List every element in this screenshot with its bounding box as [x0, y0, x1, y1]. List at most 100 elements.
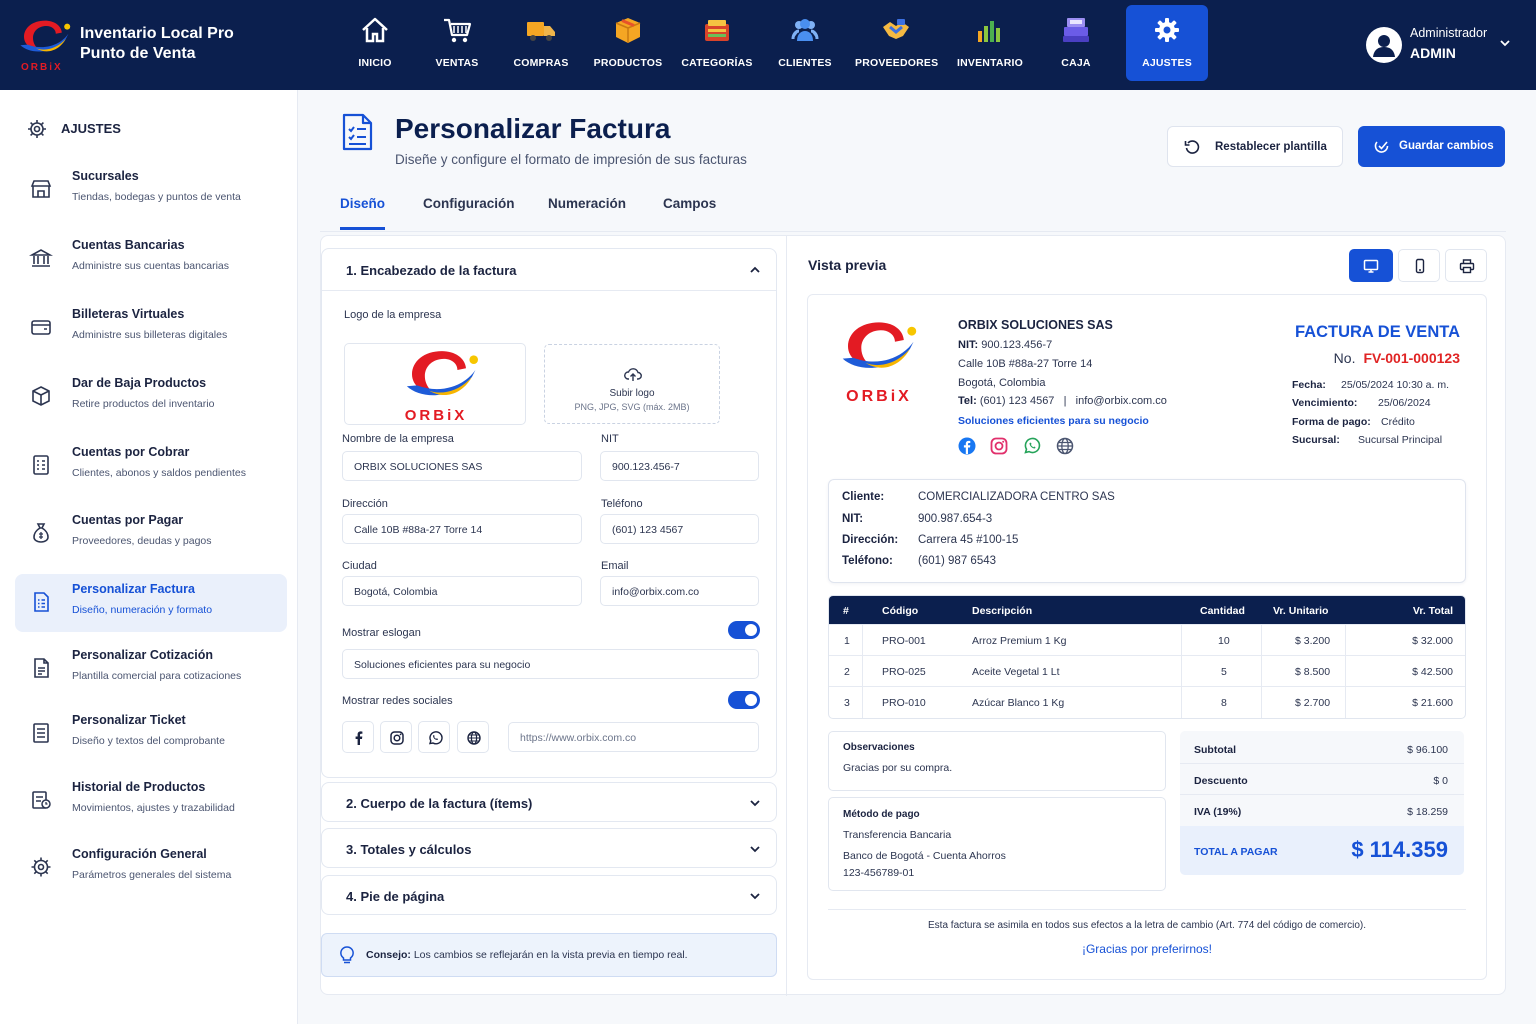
slogan-toggle[interactable]: [728, 621, 760, 639]
accordion-header-toggle[interactable]: 1. Encabezado de la factura: [322, 249, 776, 291]
sidebar-item-personalizar-ticket[interactable]: Personalizar Ticket Diseño y textos del …: [15, 705, 287, 763]
sidebar-item-cuentas-por-cobrar[interactable]: Cuentas por Cobrar Clientes, abonos y sa…: [15, 437, 287, 495]
sidebar-item-configuracion-general[interactable]: Configuración General Parámetros general…: [15, 839, 287, 897]
sidebar-item-title: Configuración General: [72, 847, 207, 861]
nav-categorias[interactable]: CATEGORÍAS: [676, 5, 758, 81]
nav-ventas[interactable]: VENTAS: [416, 5, 498, 81]
email-input[interactable]: info@orbix.com.co: [600, 576, 759, 606]
sidebar-item-billeteras[interactable]: Billeteras Virtuales Administre sus bill…: [15, 299, 287, 357]
facebook-button[interactable]: [342, 721, 374, 753]
instagram-button[interactable]: [380, 721, 412, 753]
save-changes-button[interactable]: Guardar cambios: [1358, 126, 1505, 167]
payment-method-type: Transferencia Bancaria: [843, 829, 952, 841]
grand-total: TOTAL A PAGAR $ 114.359: [1180, 826, 1464, 875]
sidebar-item-desc: Diseño, numeración y formato: [72, 604, 213, 616]
money-bag-icon: [33, 523, 49, 543]
user-menu[interactable]: Administrador ADMIN: [1366, 24, 1526, 66]
nav-label: VENTAS: [435, 57, 479, 69]
nav-clientes[interactable]: CLIENTES: [764, 5, 846, 81]
monitor-icon: [1363, 259, 1379, 273]
nav-caja[interactable]: CAJA: [1035, 5, 1117, 81]
slogan-input[interactable]: Soluciones eficientes para su negocio: [342, 649, 759, 679]
facebook-icon: [355, 731, 363, 745]
col-header: Descripción: [972, 605, 1033, 617]
invoice-company-contact: Tel: (601) 123 4567 | info@orbix.com.co: [958, 395, 1167, 407]
table-divider: [1181, 624, 1182, 718]
sidebar-item-desc: Tiendas, bodegas y puntos de venta: [72, 191, 241, 203]
invoice-doc-type: FACTURA DE VENTA: [1295, 323, 1460, 341]
chevron-down-icon: [750, 846, 760, 853]
email-label: Email: [601, 560, 629, 572]
table-divider: [1345, 624, 1346, 718]
mobile-view-button[interactable]: [1398, 249, 1440, 282]
top-navigation-bar: ORBiX Inventario Local Pro Punto de Vent…: [0, 0, 1536, 90]
section-title: 3. Totales y cálculos: [346, 842, 472, 857]
accordion-footer-section[interactable]: 4. Pie de página: [321, 875, 777, 915]
sidebar-item-dar-de-baja[interactable]: Dar de Baja Productos Retire productos d…: [15, 368, 287, 426]
slogan-toggle-label: Mostrar eslogan: [342, 627, 421, 639]
col-header: Vr. Total: [1412, 605, 1453, 617]
col-header: Vr. Unitario: [1273, 605, 1329, 617]
print-button[interactable]: [1445, 249, 1487, 282]
invoice-logo: ORBiX: [834, 315, 924, 405]
website-button[interactable]: [457, 721, 489, 753]
upload-logo-dropzone[interactable]: Subir logo PNG, JPG, SVG (máx. 2MB): [544, 344, 720, 424]
instagram-icon: [990, 437, 1008, 455]
desktop-view-button[interactable]: [1349, 249, 1393, 282]
tab-campos[interactable]: Campos: [663, 196, 716, 227]
sidebar-item-sucursales[interactable]: Sucursales Tiendas, bodegas y puntos de …: [15, 161, 287, 219]
client-phone-value: (601) 987 6543: [918, 555, 997, 567]
website-input[interactable]: https://www.orbix.com.co: [508, 722, 759, 752]
payment-method-bank: Banco de Bogotá - Cuenta Ahorros: [843, 850, 1006, 862]
company-name-input[interactable]: ORBIX SOLUCIONES SAS: [342, 451, 582, 481]
social-toggle[interactable]: [728, 691, 760, 709]
grand-total-label: TOTAL A PAGAR: [1194, 846, 1278, 858]
upload-title: Subir logo: [609, 388, 655, 399]
invoice-icon: [342, 113, 373, 151]
sidebar-item-cuentas-bancarias[interactable]: Cuentas Bancarias Administre sus cuentas…: [15, 230, 287, 288]
city-input[interactable]: Bogotá, Colombia: [342, 576, 582, 606]
tab-numeracion[interactable]: Numeración: [548, 196, 626, 227]
user-name: ADMIN: [1410, 45, 1456, 61]
tab-configuracion[interactable]: Configuración: [423, 196, 515, 227]
gear-icon: [31, 857, 51, 877]
sidebar-item-personalizar-factura[interactable]: Personalizar Factura Diseño, numeración …: [15, 574, 287, 632]
tab-diseno[interactable]: Diseño: [340, 196, 386, 230]
tip-banner: Consejo: Los cambios se reflejarán en la…: [321, 933, 777, 977]
nit-input[interactable]: 900.123.456-7: [600, 451, 759, 481]
col-header: Cantidad: [1200, 605, 1245, 617]
reset-icon: [1184, 140, 1200, 154]
gear-icon: [1155, 18, 1179, 42]
sidebar-item-title: Personalizar Cotización: [72, 648, 214, 662]
social-toggle-label: Mostrar redes sociales: [342, 695, 453, 707]
client-phone-key: Teléfono:: [842, 555, 893, 567]
observations-box: Observaciones Gracias por su compra.: [828, 731, 1166, 791]
accordion-body-section[interactable]: 2. Cuerpo de la factura (ítems): [321, 782, 777, 822]
table-header: # Código Descripción Cantidad Vr. Unitar…: [829, 596, 1465, 624]
invoice-slogan: Soluciones eficientes para su negocio: [958, 415, 1149, 427]
accordion-totals-section[interactable]: 3. Totales y cálculos: [321, 828, 777, 868]
nav-compras[interactable]: COMPRAS: [500, 5, 582, 81]
nav-productos[interactable]: PRODUCTOS: [587, 5, 669, 81]
nav-inventario[interactable]: INVENTARIO: [949, 5, 1031, 81]
address-input[interactable]: Calle 10B #88a-27 Torre 14: [342, 514, 582, 544]
phone-input[interactable]: (601) 123 4567: [600, 514, 759, 544]
invoice-company-city: Bogotá, Colombia: [958, 377, 1046, 389]
nav-proveedores[interactable]: PROVEEDORES: [855, 5, 938, 81]
reset-template-button[interactable]: Restablecer plantilla: [1167, 126, 1343, 167]
sidebar-item-historial-productos[interactable]: Historial de Productos Movimientos, ajus…: [15, 772, 287, 830]
nit-label: NIT: [601, 433, 619, 445]
app-brand[interactable]: ORBiX Inventario Local Pro Punto de Vent…: [16, 16, 256, 74]
nav-inicio[interactable]: INICIO: [334, 5, 416, 81]
invoice-editor-card: 1. Encabezado de la factura Logo de la e…: [320, 235, 1506, 996]
quote-icon: [34, 658, 49, 678]
sidebar-item-cuentas-por-pagar[interactable]: Cuentas por Pagar Proveedores, deudas y …: [15, 505, 287, 563]
nav-ajustes[interactable]: AJUSTES: [1126, 5, 1208, 81]
sidebar-item-personalizar-cotizacion[interactable]: Personalizar Cotización Plantilla comerc…: [15, 640, 287, 698]
cash-register-icon: [1063, 18, 1089, 42]
whatsapp-button[interactable]: [418, 721, 450, 753]
sidebar-item-desc: Diseño y textos del comprobante: [72, 735, 225, 747]
tax-row: IVA (19%) $ 18.259: [1194, 806, 1448, 818]
box-icon: [615, 18, 641, 43]
bar-chart-icon: [978, 21, 1000, 42]
